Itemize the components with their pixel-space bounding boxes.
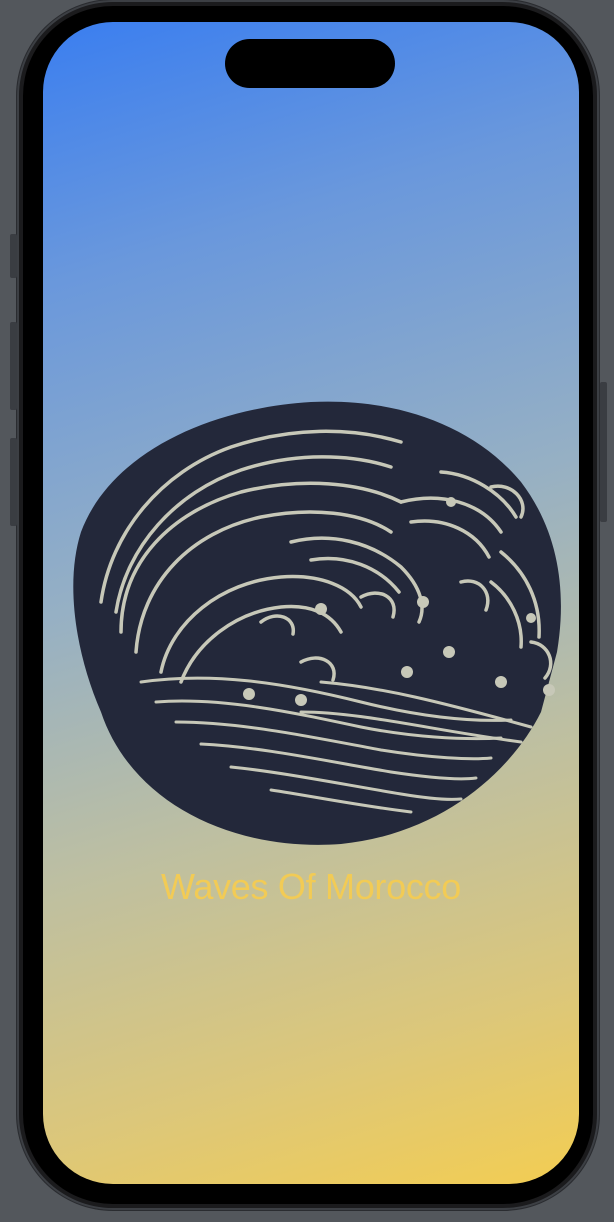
volume-up-button: [10, 322, 17, 410]
dynamic-island: [225, 39, 395, 88]
power-button: [600, 382, 607, 522]
action-button: [10, 234, 17, 278]
app-title: Waves Of Morocco: [161, 866, 461, 907]
app-screen: Waves Of Morocco: [43, 22, 579, 1184]
wave-icon: [73, 401, 561, 845]
volume-down-button: [10, 438, 17, 526]
